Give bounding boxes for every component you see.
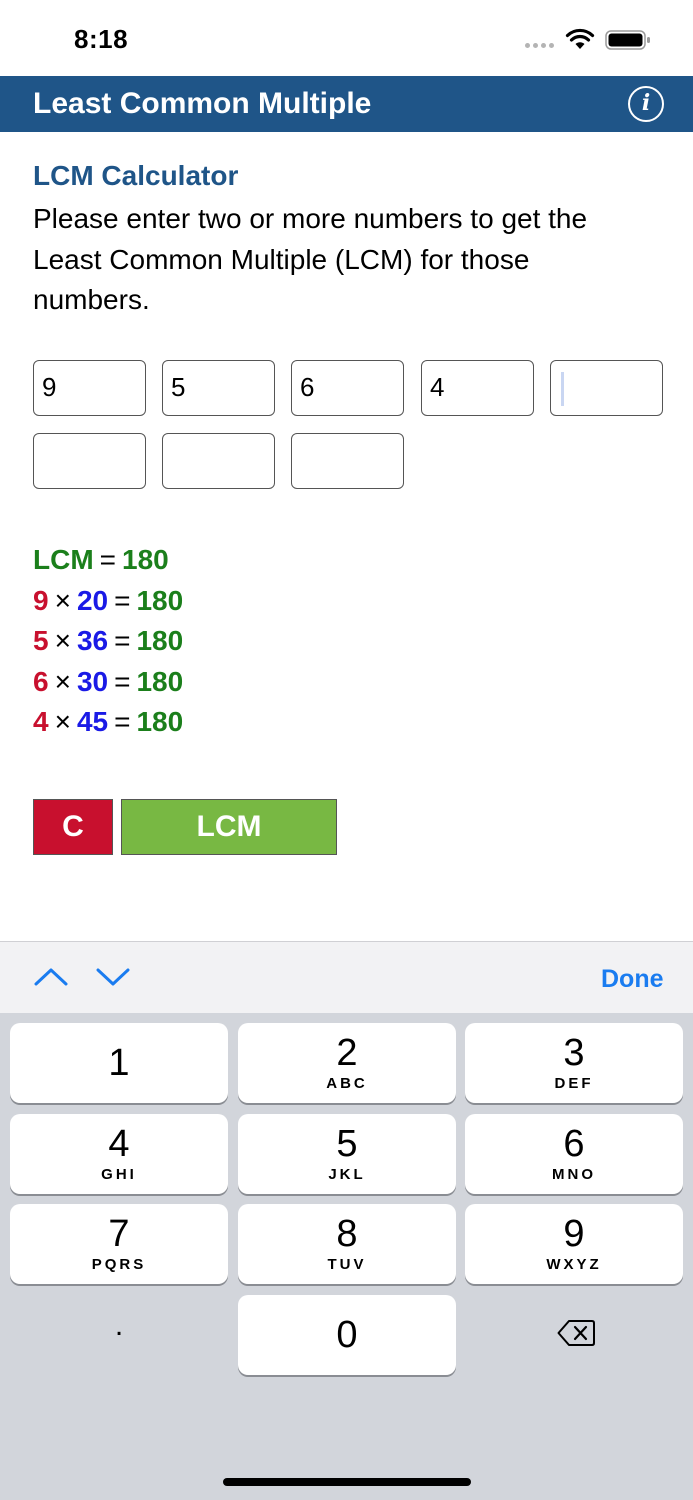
key-letters: JKL — [328, 1166, 366, 1183]
equals-sign: = — [114, 625, 131, 656]
row-multiplier: 45 — [76, 706, 109, 737]
key-digit: 7 — [108, 1213, 130, 1255]
lcm-result-value: 180 — [122, 544, 169, 575]
key-7[interactable]: 7 PQRS — [10, 1204, 228, 1284]
key-backspace[interactable] — [465, 1295, 683, 1375]
key-letters: TUV — [327, 1256, 367, 1273]
key-1[interactable]: 1 — [10, 1023, 228, 1103]
number-input-6[interactable] — [33, 433, 146, 489]
equals-sign: = — [114, 584, 131, 616]
nav-bar: Least Common Multiple i — [0, 76, 693, 132]
numeric-keypad: 1 2 ABC 3 DEF 4 GHI 5 JKL 6 MNO 7 PQRS 8… — [0, 1013, 693, 1500]
chevron-down-icon[interactable] — [95, 962, 131, 992]
key-digit: 2 — [336, 1032, 358, 1074]
key-2[interactable]: 2 ABC — [238, 1023, 456, 1103]
key-0[interactable]: 0 — [238, 1295, 456, 1375]
times-sign: × — [54, 584, 71, 616]
key-letters: GHI — [101, 1166, 137, 1183]
key-digit: 0 — [336, 1314, 358, 1356]
multiple-row: 9 × 20 = 180 — [33, 581, 183, 622]
section-title: LCM Calculator — [33, 160, 239, 191]
multiple-row: 6 × 30 = 180 — [33, 662, 183, 703]
key-digit: 9 — [563, 1213, 585, 1255]
key-letters: ABC — [326, 1075, 368, 1092]
page-title: Least Common Multiple — [33, 87, 372, 120]
row-result: 180 — [136, 584, 184, 616]
key-8[interactable]: 8 TUV — [238, 1204, 456, 1284]
key-letters: WXYZ — [546, 1256, 602, 1273]
times-sign: × — [54, 706, 71, 737]
row-multiplier: 20 — [76, 584, 109, 616]
chevron-up-icon[interactable] — [33, 962, 69, 992]
number-input-5[interactable] — [550, 360, 663, 416]
home-indicator[interactable] — [223, 1478, 471, 1486]
done-button[interactable]: Done — [601, 965, 664, 994]
key-letters: MNO — [552, 1166, 596, 1183]
row-number: 6 — [33, 665, 49, 697]
key-letters: PQRS — [91, 1256, 147, 1273]
key-4[interactable]: 4 GHI — [10, 1114, 228, 1194]
status-time: 8:18 — [74, 24, 129, 54]
row-result: 180 — [136, 665, 184, 697]
row-result: 180 — [136, 706, 184, 737]
clear-button[interactable]: C — [33, 799, 113, 855]
lcm-result-label: LCM — [33, 544, 94, 575]
backspace-icon — [557, 1320, 595, 1346]
row-multiplier: 36 — [76, 625, 109, 656]
equals-sign: = — [114, 665, 131, 697]
row-number: 5 — [33, 625, 49, 656]
key-digit: 5 — [336, 1123, 358, 1165]
signal-icon — [525, 43, 554, 48]
wifi-icon — [565, 28, 595, 49]
row-number: 4 — [33, 706, 49, 737]
key-9[interactable]: 9 WXYZ — [465, 1204, 683, 1284]
key-digit: 4 — [108, 1123, 130, 1165]
equals-sign: = — [99, 544, 117, 575]
keyboard-accessory-bar: Done — [0, 941, 693, 1013]
key-letters: DEF — [554, 1075, 594, 1092]
key-5[interactable]: 5 JKL — [238, 1114, 456, 1194]
key-3[interactable]: 3 DEF — [465, 1023, 683, 1103]
battery-icon — [605, 30, 650, 50]
status-bar: 8:18 — [0, 0, 693, 76]
equals-sign: = — [114, 706, 131, 737]
key-digit: 6 — [563, 1123, 585, 1165]
multiple-row: 5 × 36 = 180 — [33, 621, 183, 662]
row-number: 9 — [33, 584, 49, 616]
multiple-row: 4 × 45 = 180 — [33, 702, 183, 743]
number-input-2[interactable]: 5 — [162, 360, 275, 416]
key-6[interactable]: 6 MNO — [465, 1114, 683, 1194]
key-digit: 3 — [563, 1032, 585, 1074]
number-input-1[interactable]: 9 — [33, 360, 146, 416]
lcm-result-row: LCM = 180 — [33, 540, 183, 581]
row-result: 180 — [136, 625, 184, 656]
key-decimal[interactable]: . — [10, 1295, 228, 1375]
number-input-7[interactable] — [162, 433, 275, 489]
info-button[interactable]: i — [628, 86, 664, 122]
number-input-8[interactable] — [291, 433, 404, 489]
key-decimal-label: . — [114, 1309, 124, 1342]
number-input-3[interactable]: 6 — [291, 360, 404, 416]
lcm-button[interactable]: LCM — [121, 799, 337, 855]
key-digit: 1 — [108, 1042, 130, 1084]
row-multiplier: 30 — [76, 665, 109, 697]
text-caret — [561, 372, 564, 407]
number-input-4[interactable]: 4 — [421, 360, 534, 416]
times-sign: × — [54, 665, 71, 697]
description-text: Please enter two or more numbers to get … — [33, 203, 588, 315]
key-digit: 8 — [336, 1213, 358, 1255]
results-panel: LCM = 180 9 × 20 = 180 5 × 36 = 180 6 × 30 = 180 4 × 45 =… — [33, 540, 183, 743]
times-sign: × — [54, 625, 71, 656]
